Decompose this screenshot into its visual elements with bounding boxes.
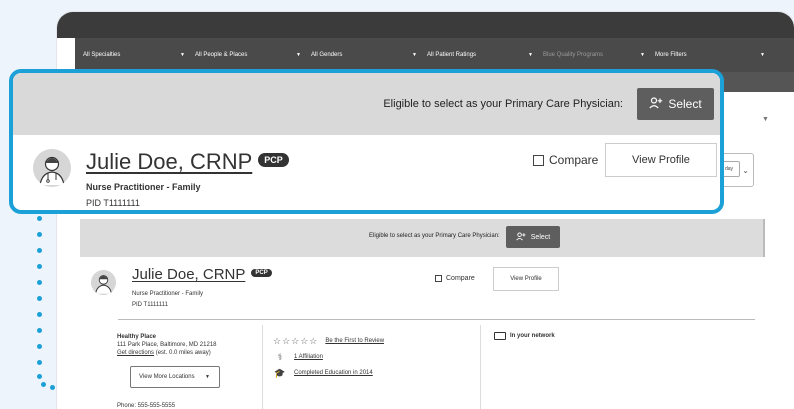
compare-checkbox[interactable]: Compare: [435, 275, 475, 282]
pcp-badge: PCP: [251, 269, 272, 278]
connector-dot: [37, 216, 42, 221]
avatar: [91, 270, 116, 295]
connector-dot: [41, 382, 46, 387]
chevron-down-icon: ▼: [412, 52, 417, 58]
connector-dot: [37, 312, 42, 317]
add-person-icon: [515, 231, 526, 243]
callout-connector: [37, 212, 67, 392]
filter-people-places[interactable]: All People & Places ▼: [195, 38, 311, 72]
clinician-icon: [91, 270, 116, 295]
filter-patient-ratings[interactable]: All Patient Ratings ▼: [427, 38, 543, 72]
select-label: Select: [530, 233, 551, 241]
connector-dot: [37, 360, 42, 365]
connector-dot: [37, 344, 42, 349]
connector-dot: [37, 374, 42, 379]
filter-label: All Specialties: [83, 52, 121, 58]
pcp-eligibility-text: Eligible to select as your Primary Care …: [369, 233, 500, 239]
filter-label: All Genders: [311, 52, 343, 58]
provider-row: Julie Doe, CRNP PCP Nurse Practitioner - …: [13, 135, 720, 210]
connector-dot: [37, 328, 42, 333]
view-profile-button[interactable]: View Profile: [605, 143, 717, 177]
select-pcp-button[interactable]: Select: [506, 226, 560, 248]
compare-label: Compare: [549, 153, 599, 167]
chevron-down-icon: ▼: [180, 52, 185, 58]
divider: [480, 325, 481, 409]
pcp-badge: PCP: [258, 153, 289, 168]
pcp-eligibility-text: Eligible to select as your Primary Care …: [383, 98, 623, 110]
provider-name: Julie Doe, CRNP: [86, 149, 253, 174]
provider-callout: Eligible to select as your Primary Care …: [9, 69, 724, 214]
network-icon: [494, 332, 506, 340]
affiliation-link[interactable]: 1 Affiliation: [294, 354, 323, 360]
filter-genders[interactable]: All Genders ▼: [311, 38, 427, 72]
avatar: [33, 149, 71, 187]
provider-card: Eligible to select as your Primary Care …: [80, 219, 765, 409]
connector-dot: [50, 385, 55, 390]
provider-specialty: Nurse Practitioner - Family: [86, 182, 201, 192]
directions-row: Get directions (est. 0.0 miles away): [117, 349, 217, 357]
hospital-icon: ⚕: [277, 351, 283, 362]
connector-dot: [37, 264, 42, 269]
view-profile-button[interactable]: View Profile: [493, 267, 559, 291]
location-address: 111 Park Place, Baltimore, MD 21218: [117, 342, 217, 348]
location-name: Healthy Place: [117, 334, 157, 340]
filter-label: All People & Places: [195, 52, 248, 58]
affiliation-row: ⚕ 1 Affiliation: [273, 349, 384, 365]
directions-link[interactable]: Get directions: [117, 350, 154, 356]
filter-more[interactable]: More Filters ▼: [655, 38, 775, 72]
more-locations-label: View More Locations: [139, 374, 195, 380]
provider-details: ☆☆☆☆☆ Be the First to Review ⚕ 1 Affiliati…: [273, 333, 384, 381]
rating-row: ☆☆☆☆☆ Be the First to Review: [273, 333, 384, 349]
connector-dot: [37, 248, 42, 253]
chevron-down-icon: ▼: [760, 52, 765, 58]
education-link[interactable]: Completed Education in 2014: [294, 370, 373, 376]
connector-dot: [37, 296, 42, 301]
divider: [763, 219, 765, 257]
provider-name: Julie Doe, CRNP: [132, 266, 246, 283]
compare-checkbox[interactable]: Compare: [533, 153, 598, 167]
review-link[interactable]: Be the First to Review: [325, 338, 384, 344]
chevron-down-icon[interactable]: ▼: [762, 116, 769, 123]
filter-quality-programs[interactable]: Blue Quality Programs ▼: [543, 38, 655, 72]
divider: [118, 319, 755, 320]
checkbox-icon: [533, 154, 544, 166]
provider-name-link[interactable]: Julie Doe, CRNP PCP: [132, 266, 272, 283]
chevron-down-icon: ▼: [528, 52, 533, 58]
checkbox-icon: [435, 275, 442, 282]
location-block: Healthy Place 111 Park Place, Baltimore,…: [117, 333, 217, 357]
more-locations-select[interactable]: View More Locations ▼: [130, 366, 220, 388]
star-rating-icon: ☆☆☆☆☆: [273, 335, 319, 346]
filter-specialties[interactable]: All Specialties ▼: [83, 38, 195, 72]
education-row: 🎓 Completed Education in 2014: [273, 365, 384, 381]
filter-label: More Filters: [655, 52, 687, 58]
select-pcp-button[interactable]: Select: [637, 88, 714, 120]
distance: (est. 0.0 miles away): [155, 350, 211, 356]
clinician-icon: [33, 149, 71, 187]
frame-header: [57, 12, 794, 38]
select-label: Select: [668, 97, 702, 111]
provider-pid: PID T1111111: [86, 198, 140, 208]
pcp-eligibility-band: Eligible to select as your Primary Care …: [13, 73, 720, 135]
filter-label: Blue Quality Programs: [543, 52, 604, 58]
chevron-down-icon: ▼: [205, 374, 210, 380]
graduation-cap-icon: 🎓: [274, 367, 286, 378]
chevron-down-icon: ▼: [640, 52, 645, 58]
filter-label: All Patient Ratings: [427, 52, 477, 58]
chevron-down-icon: ▼: [296, 52, 301, 58]
pcp-eligibility-band: Eligible to select as your Primary Care …: [80, 219, 765, 257]
network-status: In your network: [494, 332, 555, 340]
provider-pid: PID T1111111: [132, 302, 168, 308]
network-label: In your network: [510, 333, 555, 339]
filter-bar: All Specialties ▼ All People & Places ▼ Al…: [75, 38, 794, 72]
provider-name-link[interactable]: Julie Doe, CRNP PCP: [86, 149, 289, 175]
connector-dot: [37, 280, 42, 285]
provider-specialty: Nurse Practitioner - Family: [132, 291, 204, 297]
connector-dot: [37, 232, 42, 237]
add-person-icon: [649, 96, 663, 112]
phone-number: Phone: 555-555-5555: [117, 403, 176, 409]
divider: [262, 325, 263, 409]
compare-label: Compare: [446, 275, 475, 282]
